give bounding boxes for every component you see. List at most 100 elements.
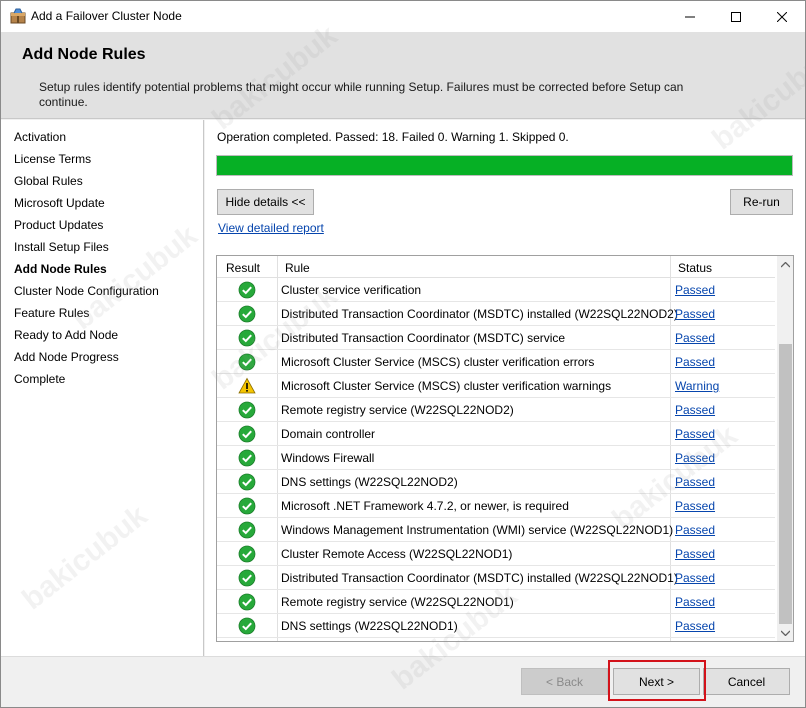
column-header-rule[interactable]: Rule	[285, 261, 310, 275]
status-link[interactable]: Passed	[675, 547, 715, 561]
status-link[interactable]: Passed	[675, 619, 715, 633]
chevron-up-icon	[781, 261, 790, 267]
rule-name: Distributed Transaction Coordinator (MSD…	[281, 307, 678, 321]
table-row[interactable]: Microsoft Cluster Service (MSCS) cluster…	[217, 350, 775, 374]
window-title: Add a Failover Cluster Node	[31, 9, 182, 23]
nav-item-activation[interactable]: Activation	[14, 130, 66, 144]
title-bar: Add a Failover Cluster Node	[1, 1, 805, 32]
table-row[interactable]: Distributed Transaction Coordinator (MSD…	[217, 566, 775, 590]
nav-item-feature-rules[interactable]: Feature Rules	[14, 306, 89, 320]
nav-item-product-updates[interactable]: Product Updates	[14, 218, 103, 232]
table-row[interactable]: Cluster service verification Passed	[217, 278, 775, 302]
page-description: Setup rules identify potential problems …	[39, 80, 684, 109]
table-row[interactable]: Windows Firewall Passed	[217, 446, 775, 470]
table-row[interactable]: Remote registry service (W22SQL22NOD2) Pa…	[217, 398, 775, 422]
nav-item-install-setup-files[interactable]: Install Setup Files	[14, 240, 109, 254]
close-icon	[777, 11, 787, 22]
status-link[interactable]: Passed	[675, 475, 715, 489]
rule-name: Distributed Transaction Coordinator (MSD…	[281, 331, 566, 345]
check-icon	[238, 545, 256, 563]
table-row[interactable]: Distributed Transaction Coordinator (MSD…	[217, 326, 775, 350]
status-link[interactable]: Passed	[675, 595, 715, 609]
check-icon	[238, 329, 256, 347]
rule-name: Remote registry service (W22SQL22NOD2)	[281, 403, 514, 417]
status-link[interactable]: Passed	[675, 499, 715, 513]
check-icon	[238, 401, 256, 419]
scroll-up-button[interactable]	[777, 256, 793, 273]
column-header-status[interactable]: Status	[678, 261, 712, 275]
column-header-result[interactable]: Result	[226, 261, 260, 275]
status-link[interactable]: Passed	[675, 355, 715, 369]
status-link[interactable]: Passed	[675, 307, 715, 321]
table-row[interactable]: Remote registry service (W22SQL22NOD1) Pa…	[217, 590, 775, 614]
check-icon	[238, 569, 256, 587]
status-link[interactable]: Passed	[675, 523, 715, 537]
table-row[interactable]: DNS settings (W22SQL22NOD1) Passed	[217, 614, 775, 638]
close-button[interactable]	[759, 1, 805, 32]
nav-item-complete[interactable]: Complete	[14, 372, 65, 386]
hide-details-button[interactable]: Hide details <<	[217, 189, 314, 215]
maximize-button[interactable]	[713, 1, 759, 32]
rule-name: DNS settings (W22SQL22NOD1)	[281, 619, 458, 633]
scroll-down-button[interactable]	[777, 624, 793, 641]
rules-table: Result Rule Status Cluster service verif…	[216, 255, 794, 642]
table-row[interactable]: Windows Management Instrumentation (WMI)…	[217, 518, 775, 542]
table-row[interactable]: Distributed Transaction Coordinator (MSD…	[217, 302, 775, 326]
table-row[interactable]: Domain controller Passed	[217, 422, 775, 446]
rule-name: Cluster Remote Access (W22SQL22NOD1)	[281, 547, 513, 561]
warning-icon	[238, 377, 256, 394]
back-button[interactable]: < Back	[521, 668, 608, 695]
status-link[interactable]: Passed	[675, 571, 715, 585]
maximize-icon	[731, 11, 741, 22]
check-icon	[238, 521, 256, 539]
rule-name: Remote registry service (W22SQL22NOD1)	[281, 595, 514, 609]
status-link[interactable]: Passed	[675, 331, 715, 345]
check-icon	[238, 281, 256, 299]
check-icon	[238, 449, 256, 467]
rerun-button[interactable]: Re-run	[730, 189, 793, 215]
main-panel: Operation completed. Passed: 18. Failed …	[205, 120, 805, 656]
progress-bar	[216, 155, 793, 176]
rule-name: Microsoft .NET Framework 4.7.2, or newer…	[281, 499, 569, 513]
dialog-window: Add a Failover Cluster Node Add Node Rul…	[0, 0, 806, 708]
check-icon	[238, 473, 256, 491]
status-link[interactable]: Passed	[675, 451, 715, 465]
nav-item-microsoft-update[interactable]: Microsoft Update	[14, 196, 105, 210]
status-link[interactable]: Passed	[675, 283, 715, 297]
operation-status: Operation completed. Passed: 18. Failed …	[217, 130, 569, 144]
status-link[interactable]: Warning	[675, 379, 719, 393]
cancel-button[interactable]: Cancel	[703, 668, 790, 695]
nav-item-ready-to-add-node[interactable]: Ready to Add Node	[14, 328, 118, 342]
rule-name: Windows Management Instrumentation (WMI)…	[281, 523, 674, 537]
scrollbar-thumb[interactable]	[779, 344, 792, 624]
nav-item-cluster-node-configuration[interactable]: Cluster Node Configuration	[14, 284, 159, 298]
rule-name: Microsoft Cluster Service (MSCS) cluster…	[281, 355, 595, 369]
check-icon	[238, 617, 256, 635]
check-icon	[238, 593, 256, 611]
rule-name: Microsoft Cluster Service (MSCS) cluster…	[281, 379, 612, 393]
check-icon	[238, 497, 256, 515]
page-title: Add Node Rules	[22, 46, 146, 63]
nav-item-global-rules[interactable]: Global Rules	[14, 174, 83, 188]
status-link[interactable]: Passed	[675, 403, 715, 417]
progress-fill	[217, 156, 792, 175]
nav-item-add-node-rules[interactable]: Add Node Rules	[14, 262, 107, 276]
setup-box-icon	[10, 8, 26, 24]
nav-item-add-node-progress[interactable]: Add Node Progress	[14, 350, 119, 364]
rule-name: Domain controller	[281, 427, 376, 441]
check-icon	[238, 305, 256, 323]
table-row[interactable]: DNS settings (W22SQL22NOD2) Passed	[217, 470, 775, 494]
table-header: Result Rule Status	[217, 256, 775, 278]
minimize-button[interactable]	[667, 1, 713, 32]
nav-item-license-terms[interactable]: License Terms	[14, 152, 91, 166]
table-row[interactable]: Microsoft .NET Framework 4.7.2, or newer…	[217, 494, 775, 518]
table-scrollbar[interactable]	[777, 256, 793, 641]
view-detailed-report-link[interactable]: View detailed report	[218, 221, 324, 235]
rule-name: Windows Firewall	[281, 451, 375, 465]
rule-name: Cluster service verification	[281, 283, 422, 297]
check-icon	[238, 425, 256, 443]
table-row[interactable]: Microsoft Cluster Service (MSCS) cluster…	[217, 374, 775, 398]
status-link[interactable]: Passed	[675, 427, 715, 441]
next-button-highlight	[608, 660, 706, 701]
table-row[interactable]: Cluster Remote Access (W22SQL22NOD1) Pass…	[217, 542, 775, 566]
